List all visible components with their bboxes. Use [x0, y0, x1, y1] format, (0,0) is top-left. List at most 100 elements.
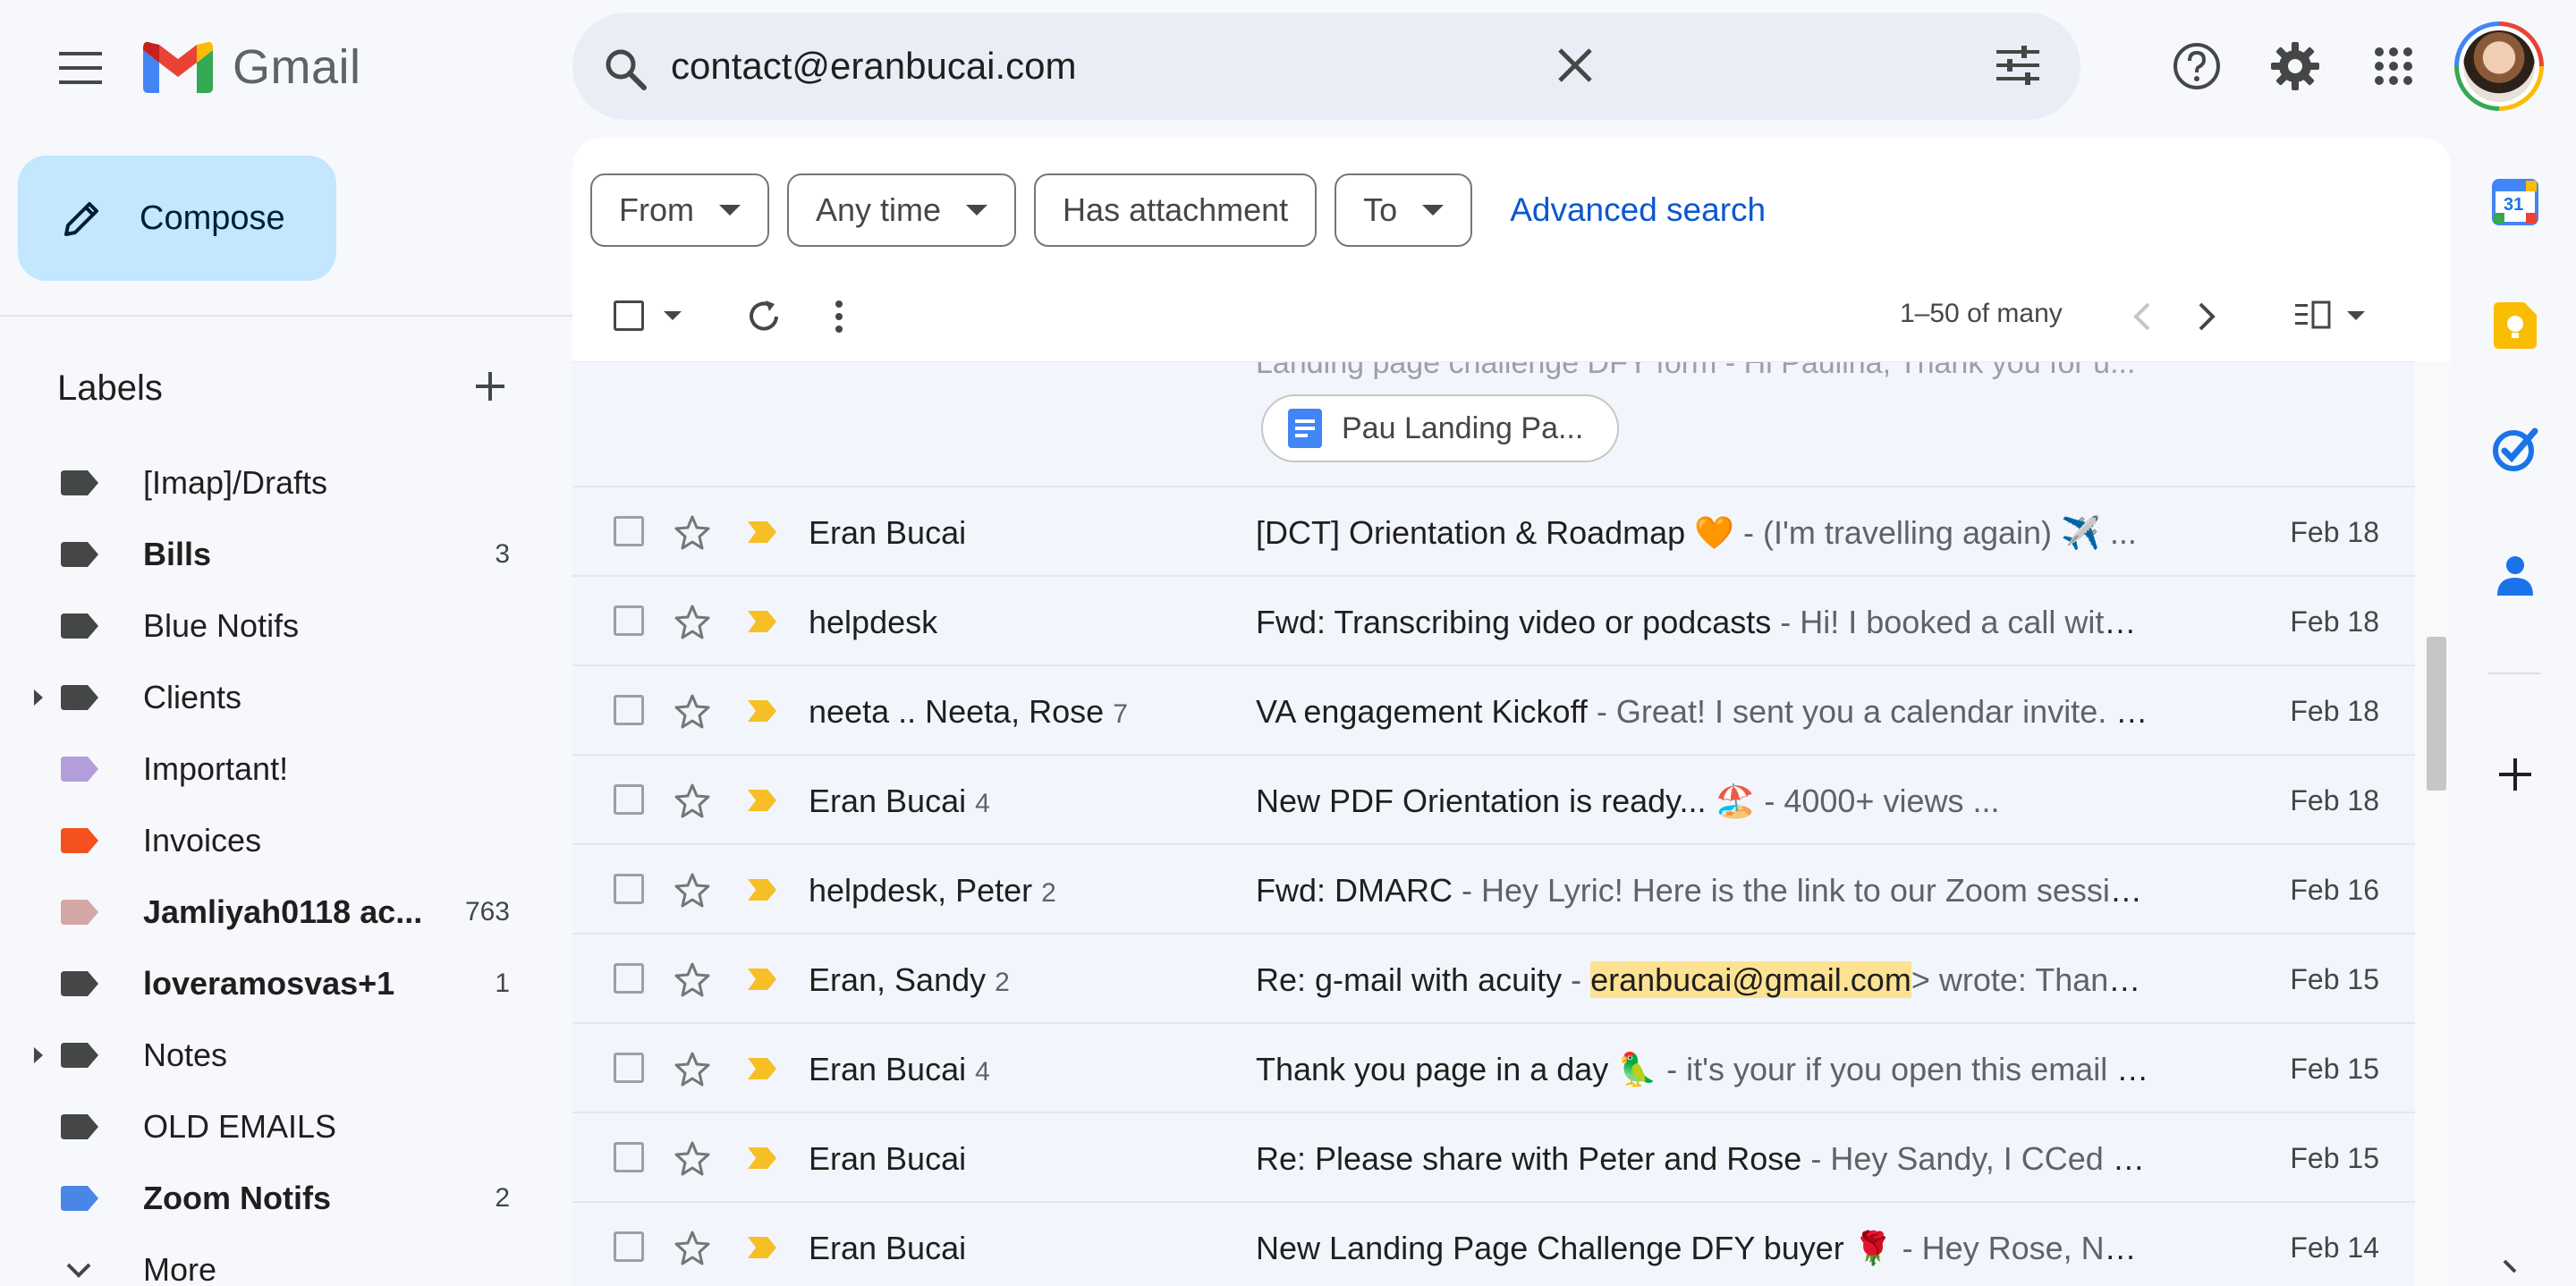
hamburger-menu-icon[interactable]	[48, 36, 113, 100]
email-row[interactable]: helpdesk Fwd: Transcribing video or podca…	[572, 577, 2415, 666]
attachment-chip[interactable]: Pau Landing Pa...	[1261, 394, 1619, 462]
sidebar-item-label: [Imap]/Drafts	[143, 464, 328, 501]
filter-from-chip[interactable]: From	[590, 173, 769, 247]
star-icon[interactable]	[674, 604, 710, 639]
sidebar-item-more[interactable]: More	[0, 1234, 537, 1286]
sidebar-item-bills[interactable]: Bills 3	[0, 519, 537, 590]
sidebar-item-jamliyah0118-ac[interactable]: Jamliyah0118 ac... 763	[0, 876, 537, 948]
sidebar-item-clients[interactable]: Clients	[0, 662, 537, 733]
email-row[interactable]: Eran Bucai 4 New PDF Orientation is ready.…	[572, 756, 2415, 845]
refresh-icon[interactable]	[744, 297, 784, 336]
star-icon[interactable]	[674, 514, 710, 550]
account-avatar[interactable]	[2454, 21, 2544, 111]
more-vert-icon[interactable]	[830, 297, 848, 336]
select-options-caret-icon[interactable]	[664, 311, 682, 320]
help-icon[interactable]	[2165, 34, 2229, 98]
search-input[interactable]: contact@eranbucai.com	[671, 45, 1077, 88]
advanced-search-link[interactable]: Advanced search	[1510, 191, 1766, 229]
filter-to-chip[interactable]: To	[1335, 173, 1473, 247]
filter-has-attachment-chip[interactable]: Has attachment	[1034, 173, 1318, 247]
sidebar-item-zoom-notifs[interactable]: Zoom Notifs 2	[0, 1163, 537, 1234]
dropdown-arrow-icon	[719, 205, 741, 216]
settings-gear-icon[interactable]	[2263, 34, 2327, 98]
email-row[interactable]: Eran Bucai [DCT] Orientation & Roadmap 🧡 …	[572, 487, 2415, 577]
email-date: Feb 15	[2290, 963, 2379, 995]
select-all-checkbox[interactable]	[614, 300, 644, 331]
google-tasks-icon[interactable]	[2487, 420, 2544, 478]
email-sender: helpdesk, Peter 2	[809, 872, 1056, 910]
thread-count: 2	[1041, 878, 1056, 908]
chevron-left-icon[interactable]	[2129, 299, 2156, 334]
label-tag-icon	[61, 971, 98, 996]
row-checkbox[interactable]	[614, 874, 644, 904]
hide-panel-chevron-icon[interactable]	[2499, 1256, 2521, 1282]
expand-caret-icon[interactable]	[34, 1047, 43, 1063]
close-icon[interactable]	[1555, 45, 1596, 86]
search-icon[interactable]	[603, 47, 648, 91]
email-row[interactable]: helpdesk, Peter 2 Fwd: DMARC - Hey Lyric! …	[572, 845, 2415, 935]
label-tag-icon	[61, 542, 98, 567]
labels-heading: Labels	[57, 368, 163, 408]
importance-marker-icon[interactable]	[748, 790, 776, 811]
search-bar[interactable]: contact@eranbucai.com	[572, 13, 2080, 120]
star-icon[interactable]	[674, 693, 710, 729]
email-subject: Fwd: DMARC	[1256, 872, 1453, 909]
split-pane-caret-icon[interactable]	[2347, 311, 2365, 320]
importance-marker-icon[interactable]	[748, 700, 776, 722]
email-snippet: - Hey Lyric! Here is the link to our Zoo…	[1453, 872, 2150, 909]
star-icon[interactable]	[674, 1051, 710, 1087]
google-contacts-icon[interactable]	[2487, 547, 2544, 605]
scrollbar-track[interactable]	[2415, 361, 2451, 1286]
sidebar-item-blue-notifs[interactable]: Blue Notifs	[0, 590, 537, 662]
importance-marker-icon[interactable]	[748, 521, 776, 543]
star-icon[interactable]	[674, 783, 710, 818]
gmail-logo[interactable]: Gmail	[143, 39, 361, 95]
split-pane-icon[interactable]	[2295, 300, 2331, 329]
row-checkbox[interactable]	[614, 516, 644, 546]
email-row[interactable]: Eran Bucai 4 Thank you page in a day 🦜 - i…	[572, 1024, 2415, 1113]
star-icon[interactable]	[674, 961, 710, 997]
sidebar-item-invoices[interactable]: Invoices	[0, 805, 537, 876]
add-addon-plus-icon[interactable]	[2487, 746, 2544, 803]
avatar-photo	[2463, 30, 2535, 102]
importance-marker-icon[interactable]	[748, 1147, 776, 1169]
row-checkbox[interactable]	[614, 695, 644, 725]
compose-button[interactable]: Compose	[18, 156, 336, 281]
email-date: Feb 18	[2290, 784, 2379, 816]
list-item-partial[interactable]: Landing page challenge DFY form - Hi Pau…	[572, 362, 2415, 487]
tune-sliders-icon[interactable]	[1995, 45, 2041, 86]
sidebar-item-label: Jamliyah0118 ac...	[143, 893, 423, 930]
email-subject-snippet: [DCT] Orientation & Roadmap 🧡 - (I'm tra…	[1256, 514, 2150, 552]
importance-marker-icon[interactable]	[748, 969, 776, 990]
importance-marker-icon[interactable]	[748, 1237, 776, 1258]
row-checkbox[interactable]	[614, 605, 644, 636]
scrollbar-thumb[interactable]	[2427, 637, 2446, 791]
importance-marker-icon[interactable]	[748, 879, 776, 901]
row-checkbox[interactable]	[614, 1142, 644, 1172]
row-checkbox[interactable]	[614, 1231, 644, 1262]
importance-marker-icon[interactable]	[748, 611, 776, 632]
chevron-right-icon[interactable]	[2193, 299, 2220, 334]
email-row[interactable]: Eran, Sandy 2 Re: g-mail with acuity - era…	[572, 935, 2415, 1024]
google-keep-icon[interactable]	[2487, 297, 2544, 354]
email-row[interactable]: Eran Bucai Re: Please share with Peter an…	[572, 1113, 2415, 1203]
filter-any-time-chip[interactable]: Any time	[787, 173, 1017, 247]
row-checkbox[interactable]	[614, 963, 644, 994]
expand-caret-icon[interactable]	[34, 690, 43, 706]
apps-grid-icon[interactable]	[2361, 34, 2426, 98]
email-row[interactable]: neeta .. Neeta, Rose 7 VA engagement Kicko…	[572, 666, 2415, 756]
row-checkbox[interactable]	[614, 1053, 644, 1083]
email-date: Feb 15	[2290, 1053, 2379, 1085]
star-icon[interactable]	[674, 1230, 710, 1265]
sidebar-item-loveramosvas-1[interactable]: loveramosvas+1 1	[0, 948, 537, 1019]
star-icon[interactable]	[674, 1140, 710, 1176]
sidebar-item-old-emails[interactable]: OLD EMAILS	[0, 1091, 537, 1163]
plus-icon[interactable]	[472, 368, 508, 404]
importance-marker-icon[interactable]	[748, 1058, 776, 1079]
star-icon[interactable]	[674, 872, 710, 908]
sidebar-item-important[interactable]: Important!	[0, 733, 537, 805]
sidebar-item-notes[interactable]: Notes	[0, 1019, 537, 1091]
row-checkbox[interactable]	[614, 784, 644, 815]
sidebar-item-imap-drafts[interactable]: [Imap]/Drafts	[0, 447, 537, 519]
email-row[interactable]: Eran Bucai New Landing Page Challenge DFY…	[572, 1203, 2415, 1286]
